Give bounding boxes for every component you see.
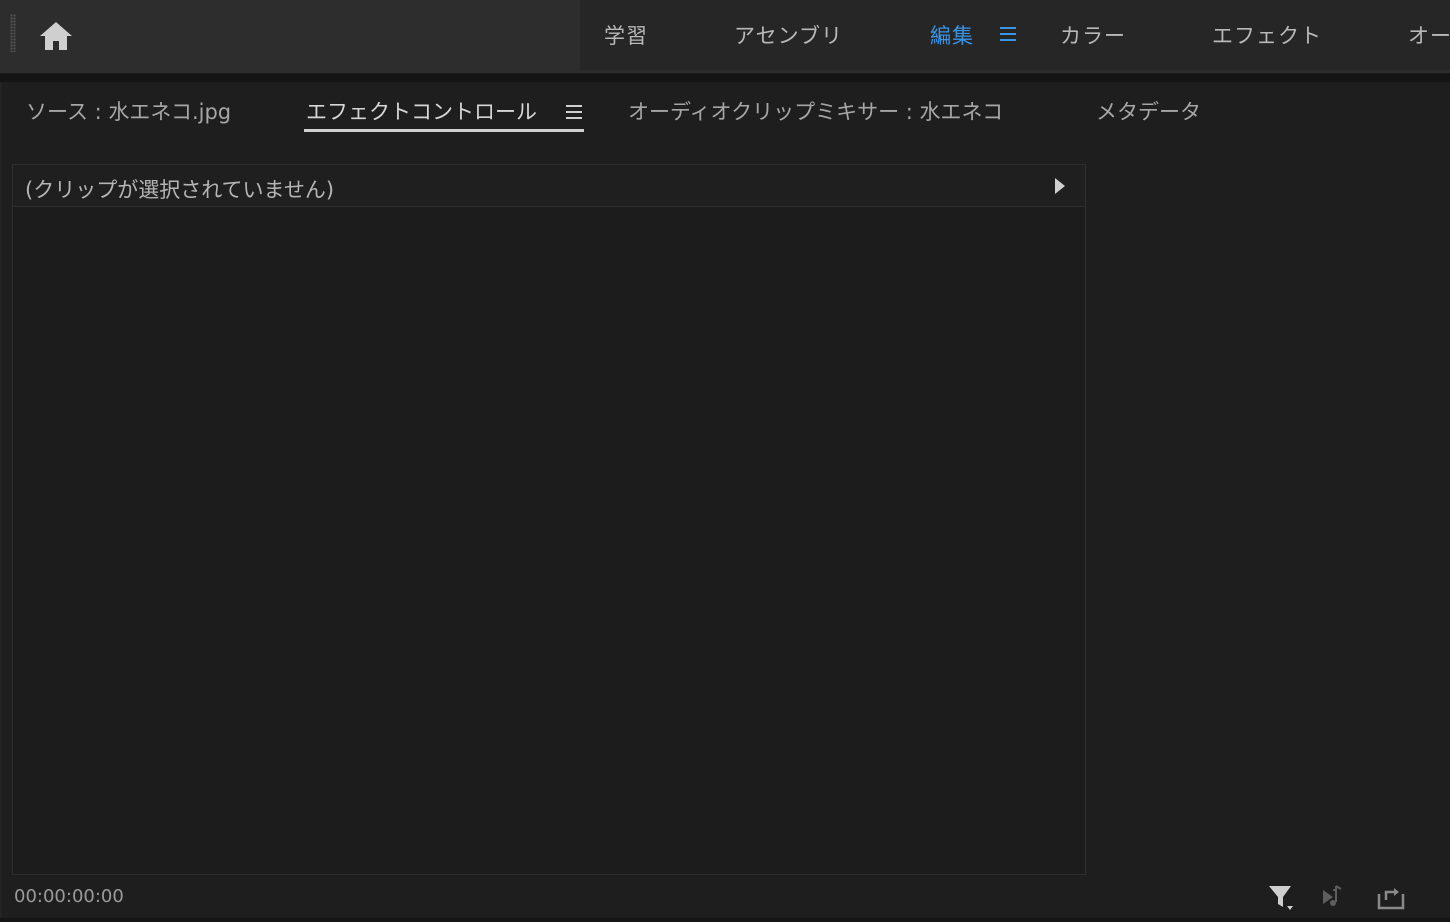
export-icon[interactable] <box>1376 882 1406 912</box>
effect-controls-list: (クリップが選択されていません) <box>12 164 1086 875</box>
tab-audio-clip-mixer[interactable]: オーディオクリップミキサー : 水エネコ <box>628 96 1003 126</box>
clip-header: (クリップが選択されていません) <box>13 165 1085 207</box>
premiere-window: 学習 アセンブリ 編集 カラー エフェクト オー ソース : 水エネコ.jpg … <box>0 0 1450 922</box>
home-icon <box>40 22 72 50</box>
tab-learn[interactable]: 学習 <box>604 20 648 50</box>
tab-metadata[interactable]: メタデータ <box>1096 96 1201 126</box>
window-bottom-edge <box>0 918 1450 922</box>
tab-effect-controls[interactable]: エフェクトコントロール <box>306 96 537 126</box>
play-triangle-icon[interactable] <box>1053 177 1067 195</box>
workspace-bar: 学習 アセンブリ 編集 カラー エフェクト オー <box>0 0 1450 74</box>
tab-edit[interactable]: 編集 <box>930 20 974 50</box>
timeline-view[interactable] <box>1086 164 1450 875</box>
active-tab-indicator <box>304 129 584 132</box>
bottom-toolbar <box>1266 882 1426 912</box>
home-button[interactable] <box>34 16 78 56</box>
tab-effects[interactable]: エフェクト <box>1212 20 1322 50</box>
panel-tab-bar: ソース : 水エネコ.jpg エフェクトコントロール オーディオクリップミキサー… <box>2 82 1450 142</box>
hamburger-menu-icon[interactable] <box>566 104 582 120</box>
panel-separator <box>0 74 1450 82</box>
tab-assembly[interactable]: アセンブリ <box>734 20 843 50</box>
tab-audio[interactable]: オー <box>1408 20 1450 50</box>
tab-color[interactable]: カラー <box>1060 20 1126 50</box>
play-audio-icon[interactable] <box>1321 882 1351 912</box>
panel-grip-handle[interactable] <box>10 14 16 52</box>
filter-icon[interactable] <box>1266 882 1296 912</box>
workspace-tabs: 学習 アセンブリ 編集 カラー エフェクト オー <box>580 0 1450 70</box>
no-clip-message: (クリップが選択されていません) <box>25 178 335 202</box>
effect-controls-panel: ソース : 水エネコ.jpg エフェクトコントロール オーディオクリップミキサー… <box>2 82 1450 918</box>
timecode-display[interactable]: 00:00:00:00 <box>14 886 124 907</box>
tab-source[interactable]: ソース : 水エネコ.jpg <box>26 96 231 126</box>
hamburger-menu-icon[interactable] <box>1000 26 1016 42</box>
